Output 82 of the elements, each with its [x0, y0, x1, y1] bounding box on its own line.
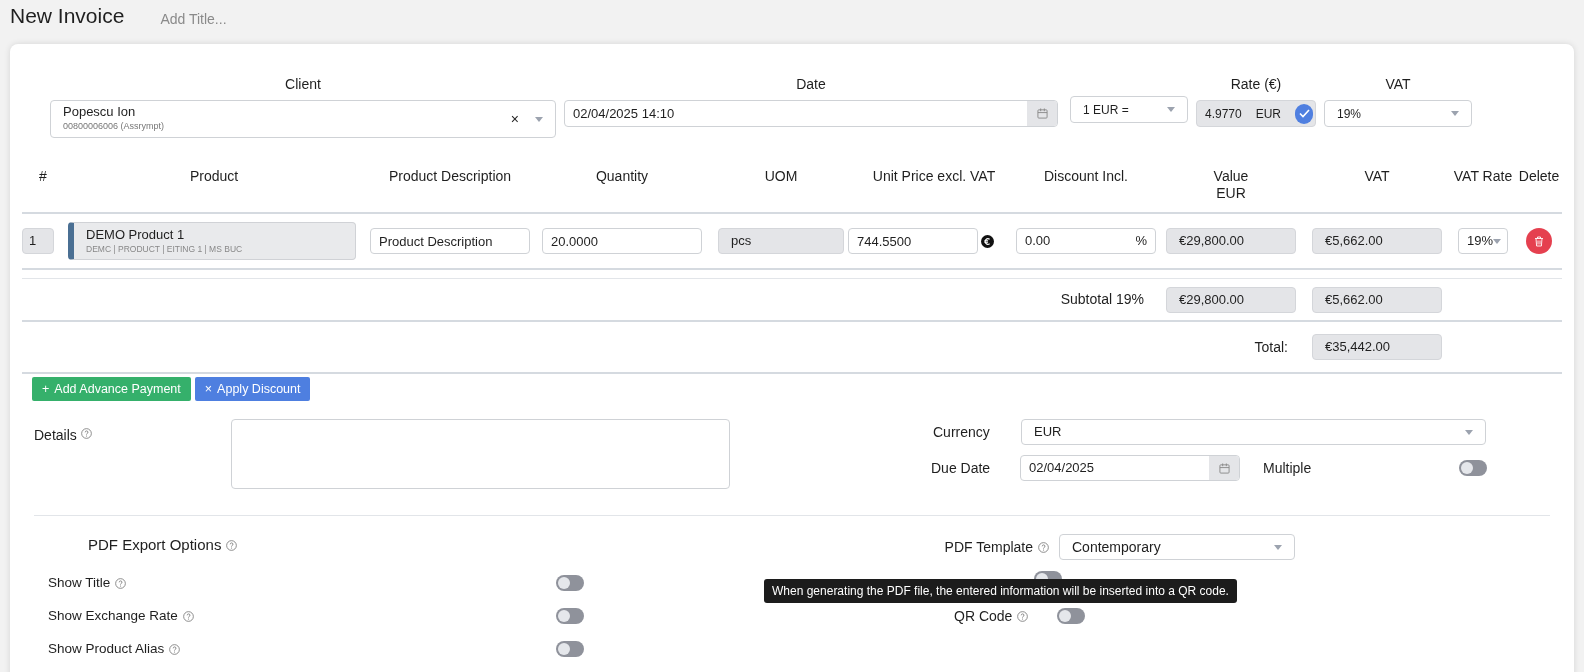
field-label: VAT: [1385, 75, 1411, 94]
column-header: UOM: [763, 167, 799, 185]
vat-select[interactable]: 19%: [1324, 100, 1472, 127]
help-icon: [169, 643, 181, 655]
caret-icon: [535, 116, 543, 122]
value-field: €29,800.00: [1166, 228, 1296, 254]
option-label: Show Title: [48, 573, 111, 592]
column-header: Quantity: [594, 167, 650, 185]
column-header: VAT Rate: [1452, 167, 1514, 185]
column-header: Discount Incl.: [1042, 167, 1129, 185]
due-date-label: Due Date: [931, 458, 992, 478]
page-title: New Invoice: [10, 2, 125, 29]
column-header: #: [38, 167, 48, 185]
template-select[interactable]: Contemporary: [1059, 534, 1295, 560]
details-field[interactable]: [231, 419, 730, 489]
vat-rate-select[interactable]: 19%: [1458, 228, 1508, 254]
clear-button[interactable]: ×: [510, 108, 519, 130]
rate-field[interactable]: 4.9770 EUR: [1196, 100, 1316, 127]
total-value: €35,442.00: [1312, 334, 1442, 360]
multiple-label: Multiple: [1263, 458, 1313, 478]
check-icon[interactable]: [1295, 103, 1313, 124]
option-label: Show Exchange Rate: [48, 606, 178, 625]
toggle-switch[interactable]: [556, 641, 584, 657]
date-field[interactable]: 02/04/2025 14:10: [564, 100, 1058, 127]
toggle-switch[interactable]: [556, 575, 584, 591]
vat-amount-field: €5,662.00: [1312, 228, 1442, 254]
client-code: 00800006006 (Assrympt): [63, 120, 166, 134]
caret-icon: [1493, 238, 1502, 244]
help-icon: [80, 428, 92, 439]
help-icon: [115, 577, 127, 589]
description-field[interactable]: Product Description: [370, 228, 530, 254]
section-title: PDF Export Options: [88, 534, 222, 555]
calendar-icon: [1218, 462, 1230, 474]
quantity-field[interactable]: 20.0000: [542, 228, 702, 254]
details-label: Details: [34, 426, 77, 445]
field-label: Date: [796, 75, 826, 94]
total-label: Total:: [1253, 337, 1289, 357]
due-date-field[interactable]: 02/04/2025: [1020, 455, 1240, 481]
percent-unit: %: [1135, 232, 1147, 251]
help-icon: [226, 539, 238, 551]
toggle-switch[interactable]: [1057, 608, 1086, 624]
delete-button[interactable]: [1526, 228, 1552, 254]
toggle-switch[interactable]: [556, 608, 584, 624]
trash-icon: [1534, 235, 1544, 247]
euro-icon: [981, 234, 994, 248]
column-header: Delete: [1517, 167, 1561, 185]
qr-label: QR Code: [954, 606, 1013, 626]
option-label: Show Product Alias: [48, 639, 165, 658]
unit-price-field[interactable]: 744.5500: [848, 228, 978, 254]
discount-value[interactable]: 0.00: [1025, 231, 1051, 251]
column-header: Unit Price excl. VAT: [871, 167, 997, 185]
row-number: 1: [22, 228, 54, 254]
client-select[interactable]: Popescu Ion 00800006006 (Assrympt) ×: [50, 100, 556, 138]
help-icon: [182, 610, 194, 622]
column-header: Value EUR: [1212, 167, 1250, 202]
currency-select[interactable]: EUR: [1021, 419, 1486, 445]
apply-discount-button[interactable]: × Apply Discount: [194, 377, 311, 401]
column-header: Product Description: [387, 167, 513, 185]
caret-icon: [1465, 429, 1473, 435]
subtotal-vat: €5,662.00: [1312, 286, 1442, 313]
caret-icon: [1451, 111, 1459, 116]
caret-icon: [1167, 107, 1175, 112]
title-field[interactable]: Add Title...: [160, 9, 361, 44]
currency-label: Currency: [932, 422, 991, 442]
date-value: 02/04/2025 14:10: [572, 104, 676, 123]
field-label: Client: [285, 75, 321, 94]
template-label: PDF Template: [944, 537, 1033, 557]
column-header: Product: [188, 167, 240, 185]
tooltip: When generating the PDF file, the entered information will be inserted into a QR code.: [764, 579, 1237, 603]
field-label: Rate (€): [1230, 75, 1282, 94]
help-icon: [1017, 610, 1029, 622]
product-select[interactable]: DEMO Product 1 DEMC | PRODUCT | EITING 1 | MS BUC: [68, 222, 356, 260]
column-header: VAT: [1363, 167, 1391, 185]
caret-icon: [1274, 544, 1282, 550]
toggle-switch[interactable]: [1459, 460, 1487, 476]
rate-base-select[interactable]: 1 EUR =: [1070, 96, 1188, 123]
calendar-icon: [1036, 108, 1048, 119]
client-name: Popescu Ion: [63, 104, 137, 121]
subtotal-label: Subtotal 19%: [1059, 290, 1145, 309]
subtotal-value: €29,800.00: [1166, 286, 1296, 313]
uom-field: pcs: [718, 228, 844, 254]
help-icon: [1038, 541, 1049, 553]
